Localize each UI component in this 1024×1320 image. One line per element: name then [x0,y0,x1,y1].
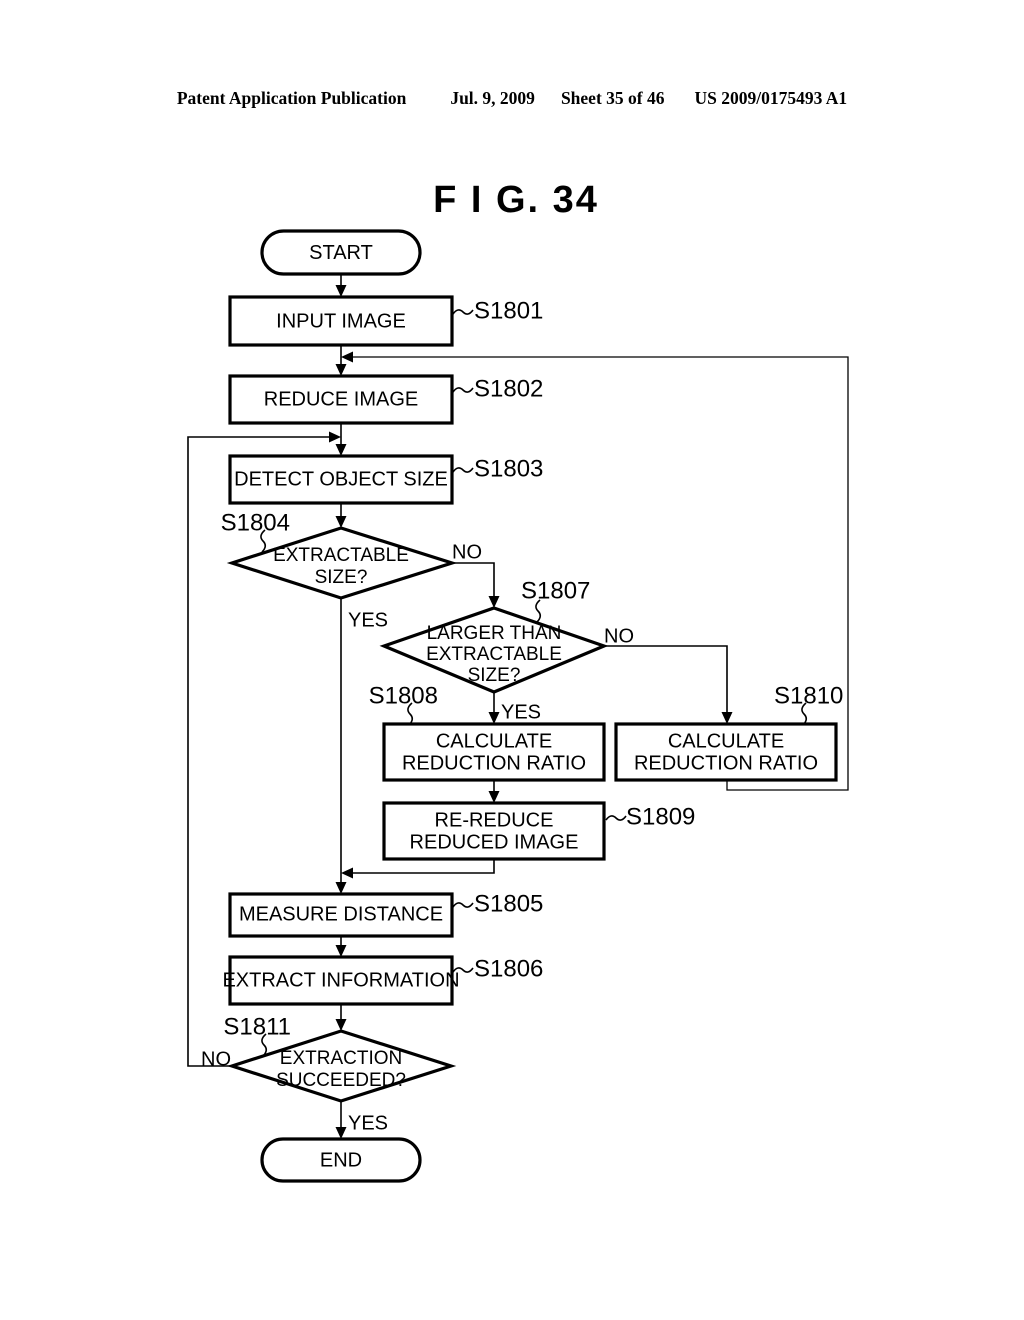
s1804-no-label: NO [452,541,482,563]
header-date: Jul. 9, 2009 [450,88,535,108]
arrowhead-s1809-merge [341,867,353,879]
node-s1811-extraction-succeeded[interactable]: EXTRACTION SUCCEEDED? [226,1029,457,1103]
node-s1805-measure-distance[interactable]: MEASURE DISTANCE [228,892,454,938]
leader-s1801 [452,309,474,315]
s1807-label-line3: SIZE? [468,665,521,686]
arrowhead-s1808-to-s1809 [488,791,500,803]
arrowhead-s1804-no [488,596,500,608]
leader-s1809 [605,815,627,821]
patent-drawing-page: Patent Application Publication Jul. 9, 2… [0,0,1024,1320]
node-end[interactable]: END [260,1137,422,1183]
s1807-yes-label: YES [501,701,541,723]
s1806-step-number: S1806 [474,955,543,982]
s1807-label-line2: EXTRACTABLE [426,644,562,665]
header-patent-number: US 2009/0175493 A1 [694,88,848,108]
s1804-yes-label: YES [348,609,388,631]
start-label: START [309,242,373,264]
arrowhead-s1802-to-s1803 [335,444,347,456]
s1809-step-number: S1809 [626,803,695,830]
s1805-step-number: S1805 [474,890,543,917]
flowchart-diagram: F I G. 34 START INPUT IMAGE S1801 REDUCE… [187,179,849,1183]
node-s1808-calculate-reduction-ratio[interactable]: CALCULATE REDUCTION RATIO [382,722,606,782]
s1808-label-line1: CALCULATE [436,730,552,752]
s1807-step-number: S1807 [521,577,590,604]
arrowhead-start-to-s1801 [335,285,347,297]
s1811-label-line1: EXTRACTION [280,1048,402,1069]
s1808-label-line2: REDUCTION RATIO [402,752,586,774]
node-s1806-extract-information[interactable]: EXTRACT INFORMATION [222,955,460,1006]
s1807-label-line1: LARGER THAN [427,623,562,644]
s1810-step-number: S1810 [774,682,843,709]
s1803-step-number: S1803 [474,455,543,482]
s1811-step-number: S1811 [223,1013,291,1040]
s1811-no-label: NO [201,1048,231,1070]
arrowhead-s1805-to-s1806 [335,945,347,957]
arrowhead-s1806-to-s1811 [335,1019,347,1031]
s1811-yes-label: YES [348,1112,388,1134]
arrowhead-s1807-no [721,712,733,724]
s1808-step-number: S1808 [369,682,438,709]
s1811-label-line2: SUCCEEDED? [276,1070,406,1091]
header-sheet: Sheet 35 of 46 [560,88,665,108]
node-start[interactable]: START [260,229,422,276]
arrowhead-s1801-to-s1802 [335,364,347,376]
node-s1802-reduce-image[interactable]: REDUCE IMAGE [228,374,454,425]
s1802-step-number: S1802 [474,375,543,402]
s1801-label: INPUT IMAGE [276,310,406,332]
edge-s1804-no-to-s1807 [452,562,495,600]
end-label: END [320,1149,362,1171]
arrowhead-s1803-to-s1804 [335,516,347,528]
edge-s1807-no-to-s1810 [604,645,728,716]
arrowhead-s1810-loop [341,351,353,363]
node-s1809-re-reduce-reduced-image[interactable]: RE-REDUCE REDUCED IMAGE [382,801,606,861]
s1805-label: MEASURE DISTANCE [239,903,443,925]
s1809-label-line1: RE-REDUCE [435,809,554,831]
node-s1804-extractable-size[interactable]: EXTRACTABLE SIZE? [226,526,458,600]
figure-title: F I G. 34 [433,179,599,221]
s1810-label-line1: CALCULATE [668,730,784,752]
node-s1807-larger-than-extractable-size[interactable]: LARGER THAN EXTRACTABLE SIZE? [379,606,609,694]
s1801-step-number: S1801 [474,297,543,324]
page-header: Patent Application Publication Jul. 9, 2… [0,88,1024,109]
s1806-label: EXTRACT INFORMATION [222,969,459,991]
s1804-step-number: S1804 [221,509,290,536]
s1804-label-line2: SIZE? [315,567,368,588]
node-s1810-calculate-reduction-ratio[interactable]: CALCULATE REDUCTION RATIO [614,722,838,782]
arrowhead-s1807-yes [488,712,500,724]
s1803-label: DETECT OBJECT SIZE [234,468,448,490]
edge-s1809-to-main [352,859,495,874]
arrowhead-s1804-yes [335,882,347,894]
s1810-label-line2: REDUCTION RATIO [634,752,818,774]
leader-s1802 [452,387,474,393]
s1809-label-line2: REDUCED IMAGE [410,831,579,853]
s1807-no-label: NO [604,625,634,647]
arrowhead-s1811-no-loop [329,431,341,443]
s1804-label-line1: EXTRACTABLE [273,545,409,566]
arrowhead-s1811-yes [335,1127,347,1139]
header-publication: Patent Application Publication [176,88,407,108]
s1802-label: REDUCE IMAGE [264,388,418,410]
node-s1803-detect-object-size[interactable]: DETECT OBJECT SIZE [228,454,454,505]
node-s1801-input-image[interactable]: INPUT IMAGE [228,295,454,347]
leader-s1805 [452,902,474,908]
leader-s1803 [452,467,474,473]
